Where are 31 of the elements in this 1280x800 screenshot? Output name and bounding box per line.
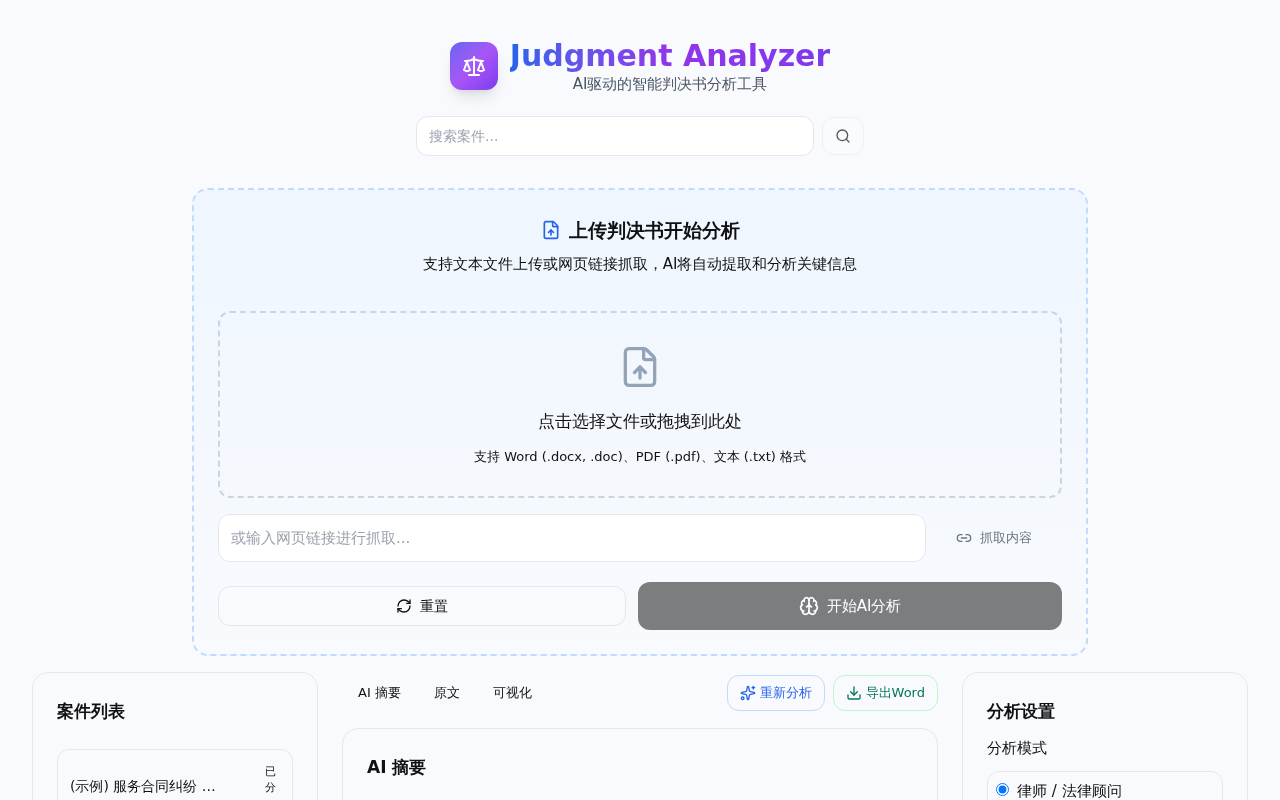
reset-button[interactable]: 重置 [218, 586, 626, 626]
radio-button[interactable] [996, 783, 1009, 796]
refresh-icon [396, 598, 412, 614]
dropzone-title: 点击选择文件或拖拽到此处 [538, 410, 742, 433]
mode-label: 分析模式 [987, 737, 1048, 759]
fetch-button[interactable]: 抓取内容 [926, 528, 1062, 548]
mode-option[interactable]: 律师 / 法律顾问 [987, 771, 1223, 800]
dropzone-hint: 支持 Word (.docx, .doc)、PDF (.pdf)、文本 (.txt) 格式 [474, 447, 806, 466]
tab[interactable]: AI 摘要 [342, 683, 417, 703]
search-icon [835, 128, 851, 144]
tab[interactable]: 可视化 [476, 683, 548, 703]
status-label: 已分 [265, 763, 276, 796]
tab[interactable]: 原文 [417, 683, 476, 703]
sparkle-icon [739, 685, 756, 701]
summary-title: AI 摘要 [367, 756, 428, 779]
case-name: (示例) 服务合同纠纷 … [70, 776, 217, 796]
file-dropzone[interactable]: 点击选择文件或拖拽到此处 支持 Word (.docx, .doc)、PDF (.pdf)、文本 (.txt) 格式 [218, 311, 1062, 498]
url-field[interactable]: 或输入网页链接进行抓取... [218, 514, 926, 562]
case-item[interactable]: (示例) 服务合同纠纷 … 已分 [57, 748, 293, 800]
download-icon [845, 685, 862, 701]
upload-title: 上传判决书开始分析 [568, 218, 740, 243]
reanalyze-button[interactable]: 重新分析 [726, 675, 825, 711]
brain-icon [798, 596, 819, 616]
panel-title: 分析设置 [987, 700, 1056, 723]
logo-icon [449, 42, 498, 90]
search-button[interactable] [822, 117, 864, 155]
search-field[interactable]: 搜索案件... [416, 116, 814, 156]
export-button[interactable]: 导出Word [832, 675, 938, 711]
upload-description: 支持文本文件上传或网页链接抓取，AI将自动提取和分析关键信息 [422, 253, 858, 275]
app-subtitle: AI驱动的智能判决书分析工具 [572, 74, 768, 94]
panel-title: 案件列表 [57, 700, 126, 723]
